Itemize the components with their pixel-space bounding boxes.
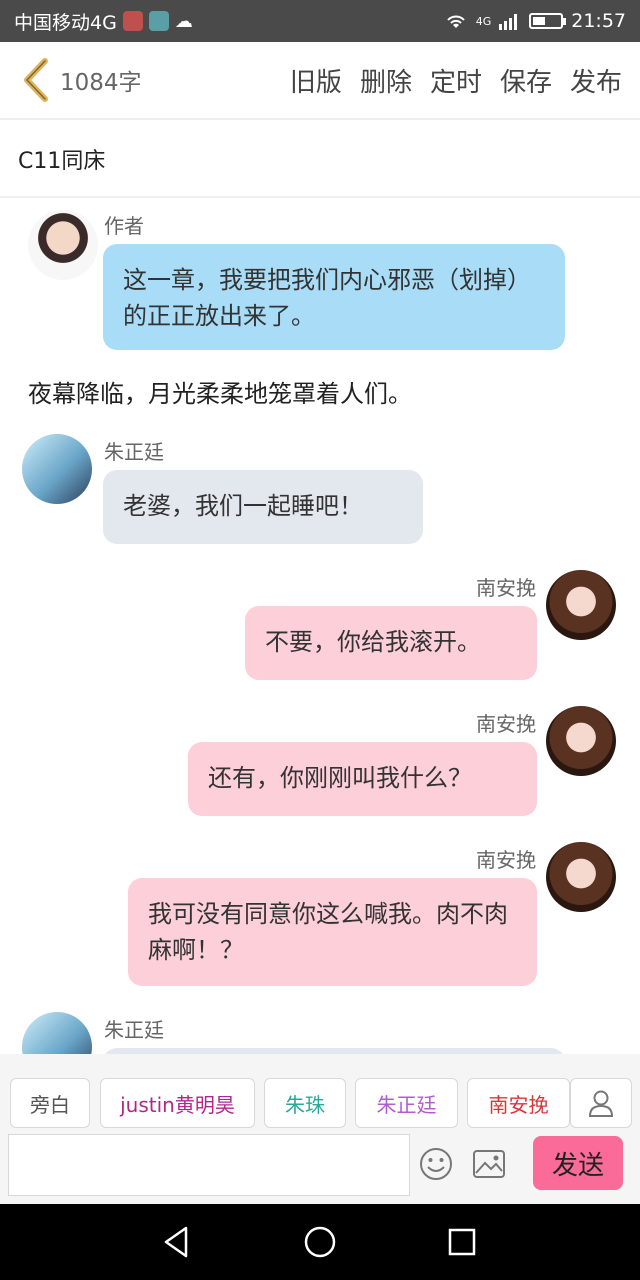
header-actions: 旧版 删除 定时 保存 发布 [290,62,622,99]
speaker-name: 朱正廷 [104,440,164,464]
character-chip-narration[interactable]: 旁白 [10,1078,90,1128]
app-notification-icon [148,11,169,31]
nav-recents-icon[interactable] [442,1222,482,1262]
narration-text[interactable]: 夜幕降临，月光柔柔地笼罩着人们。 [28,374,412,409]
carrier-label: 中国移动4G [14,11,117,34]
character-chip-justin[interactable]: justin黄明昊 [100,1078,255,1128]
smiley-icon [420,1148,452,1180]
chapter-title[interactable]: C11同床 [0,122,640,198]
editor-header: 1084字 旧版 删除 定时 保存 发布 [0,42,640,120]
battery-icon [529,13,567,29]
image-icon [473,1150,505,1178]
character-selector: 旁白 justin黄明昊 朱珠 朱正廷 南安挽 [0,1054,640,1130]
chat-area: 作者 这一章，我要把我们内心邪恶（划掉）的正正放出来了。 夜幕降临，月光柔柔地笼… [0,198,640,1054]
character-chip-zhuzhu[interactable]: 朱珠 [264,1078,346,1128]
zhu-zhengting-avatar[interactable] [22,1012,92,1054]
signal-icon [499,14,518,30]
zhu-zhengting-avatar[interactable] [22,434,92,504]
status-right-group: 4G 21:57 [444,10,626,32]
add-character-button[interactable] [570,1078,632,1128]
delete-button[interactable]: 删除 [360,62,412,99]
message-bubble[interactable]: 我可没有同意你这么喊我。肉不肉麻啊！？ [128,878,537,986]
author-avatar[interactable] [28,210,98,280]
nav-home-icon[interactable] [300,1222,340,1262]
back-button[interactable] [14,50,58,110]
nan-anwan-avatar[interactable] [546,706,616,776]
weather-icon: ☁ [174,10,193,32]
message-bubble[interactable]: 老婆，我们一起睡吧！ [103,470,423,544]
send-button[interactable]: 发送 [533,1136,623,1190]
message-bubble[interactable]: 这一章，我要把我们内心邪恶（划掉）的正正放出来了。 [103,244,565,350]
nan-anwan-avatar[interactable] [546,842,616,912]
old-version-button[interactable]: 旧版 [290,62,342,99]
system-nav-bar [0,1204,640,1280]
app-notification-icon [122,11,143,31]
speaker-name: 南安挽 [476,848,536,872]
user-icon [588,1090,614,1117]
chevron-left-icon [24,58,48,102]
schedule-button[interactable]: 定时 [430,62,482,99]
word-count: 1084字 [60,70,142,96]
message-input[interactable] [8,1134,410,1196]
status-bar: 中国移动4G ☁ 4G 21:57 [0,0,640,42]
status-carrier-group: 中国移动4G ☁ [14,8,193,35]
nan-anwan-avatar[interactable] [546,570,616,640]
message-bubble[interactable]: 还有，你刚刚叫我什么？ [188,742,537,816]
speaker-name: 南安挽 [476,712,536,736]
save-button[interactable]: 保存 [500,62,552,99]
speaker-name: 南安挽 [476,576,536,600]
speaker-name: 朱正廷 [104,1018,164,1042]
image-button[interactable] [469,1144,509,1184]
publish-button[interactable]: 发布 [570,62,622,99]
message-bubble[interactable]: 不要，你给我滚开。 [245,606,537,680]
character-chip-nan-anwan[interactable]: 南安挽 [467,1078,570,1128]
nav-back-icon[interactable] [158,1222,198,1262]
network-type: 4G [475,14,492,28]
emoji-button[interactable] [416,1144,456,1184]
character-chip-zhu-zhengting[interactable]: 朱正廷 [355,1078,458,1128]
clock: 21:57 [571,10,626,32]
wifi-icon [446,15,465,28]
speaker-name: 作者 [104,214,144,238]
input-row: 发送 [0,1130,640,1204]
